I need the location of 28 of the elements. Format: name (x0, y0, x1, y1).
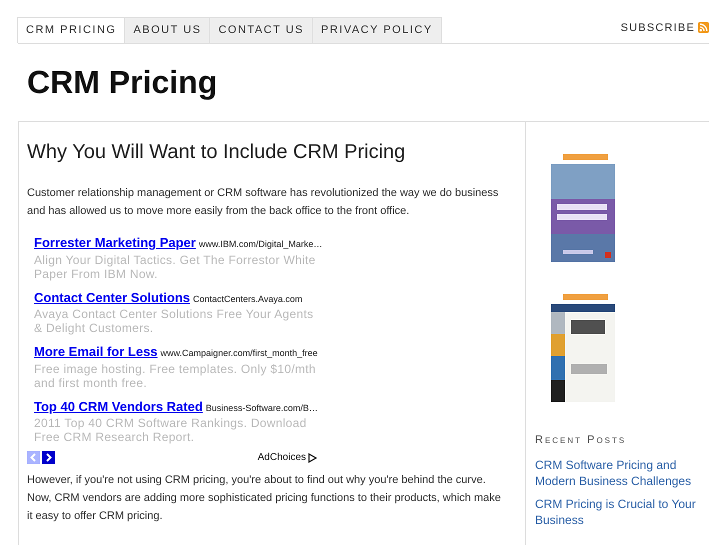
nav-tab[interactable]: PRIVACY POLICY (312, 17, 442, 43)
ad-title-link[interactable]: More Email for Less (34, 342, 158, 362)
body-paragraph: However, if you're not using CRM pricing, you're about to find out why you're behind the curve. Now, CRM vendors are adding more sophisticated pricing functions to their products, which make it easy to offer CRM pricing. (27, 473, 502, 524)
adchoices-link[interactable]: AdChoices (258, 450, 317, 465)
ad-url: www.IBM.com/Digital_Marke… (198, 238, 322, 251)
ad-description: Align Your Digital Tactics. Get The Forrestor White Paper From IBM Now. (34, 252, 317, 280)
next-ad-button[interactable] (42, 451, 55, 464)
ad-description: Free image hosting. Free templates. Only $10/mth and first month free. (34, 362, 317, 390)
recent-posts-heading: Recent Posts (535, 433, 628, 448)
ad-description: 2011 Top 40 CRM Software Rankings. Download Free CRM Research Report. (34, 416, 308, 444)
ad-title-link[interactable]: Forrester Marketing Paper (34, 233, 196, 252)
intro-paragraph: Customer relationship management or CRM software has revolutionized the way we do business and has allowed us to move more easily from the back office to the front office. (27, 186, 500, 219)
subscribe-link[interactable]: SUBSCRIBE (620, 20, 709, 36)
play-icon (308, 452, 317, 462)
ad-title-link[interactable]: Top 40 CRM Vendors Rated (34, 396, 203, 416)
site-title: CRM Pricing (27, 63, 218, 102)
rss-icon (698, 22, 709, 34)
nav-tab[interactable]: CRM PRICING (17, 17, 126, 43)
ad-url: www.Campaigner.com/first_month_free (160, 347, 318, 360)
ad-url: Business-Software.com/B… (206, 402, 318, 414)
nav-tab[interactable]: ABOUT US (124, 17, 210, 43)
ad-url: ContactCenters.Avaya.com (193, 292, 302, 306)
recent-post-link[interactable]: CRM Software Pricing and Modern Business Challenges (535, 456, 699, 488)
article-title: Why You Will Want to Include CRM Pricing (27, 140, 406, 165)
ad-description: Avaya Contact Center Solutions Free Your Agents & Delight Customers. (34, 307, 314, 335)
recent-post-link[interactable]: CRM Pricing is Crucial to Your Business (535, 496, 699, 528)
nav-tab[interactable]: CONTACT US (209, 17, 313, 43)
ad-title-link[interactable]: Contact Center Solutions (34, 288, 190, 307)
